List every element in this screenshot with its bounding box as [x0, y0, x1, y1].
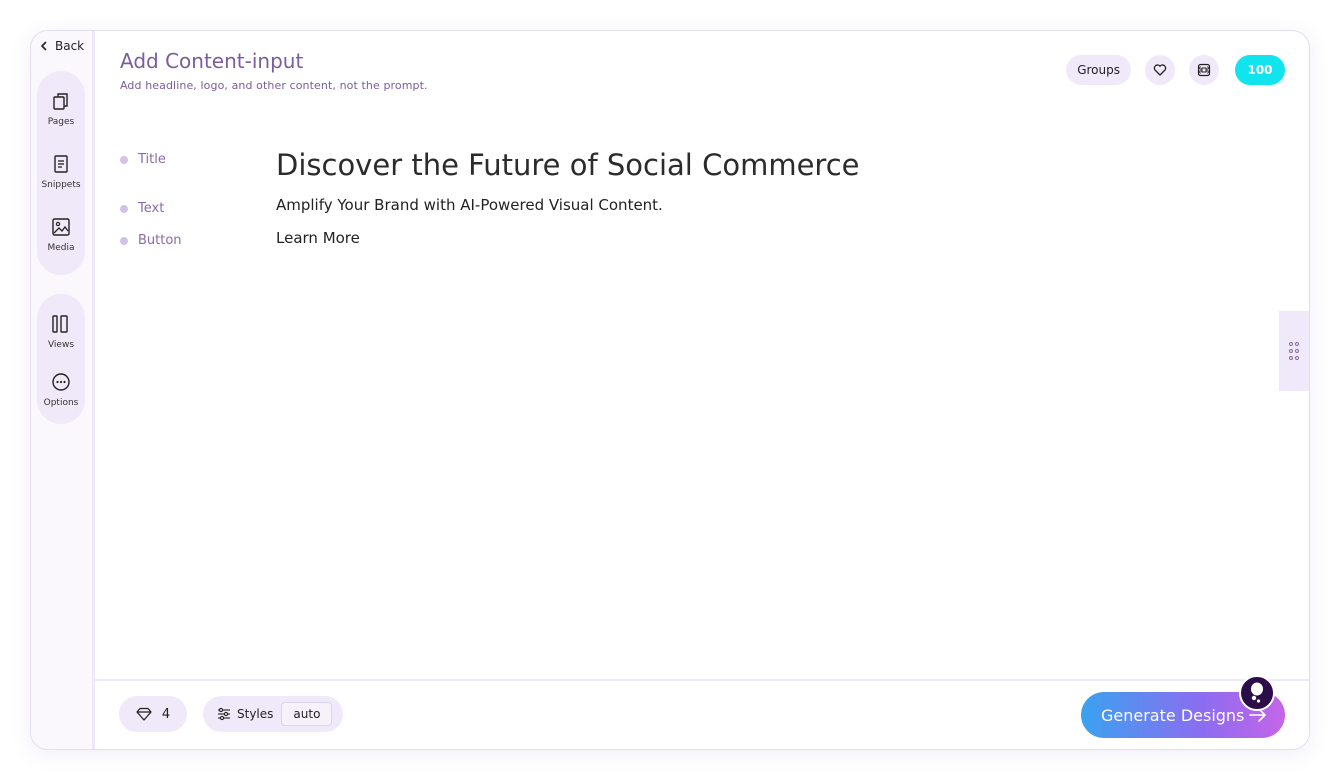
bullet-dot — [120, 236, 128, 245]
design-count: 4 — [161, 706, 171, 722]
styles-selector[interactable]: Styles auto — [203, 696, 343, 732]
sidebar-group-view: Views Options — [37, 294, 85, 424]
sidebar-item-media[interactable]: Media — [37, 217, 85, 253]
design-count-button[interactable]: 4 — [119, 696, 187, 732]
sidebar-item-label: Media — [47, 243, 75, 253]
sliders-icon — [218, 707, 230, 721]
document-icon — [54, 155, 68, 173]
field-label-title[interactable]: Title — [120, 152, 166, 167]
assistant-button[interactable] — [1239, 675, 1275, 711]
sidebar-group-content: Pages Snippets Media — [37, 71, 85, 275]
back-label: Back — [55, 39, 85, 53]
sidebar-item-label: Options — [43, 398, 79, 408]
generate-label: Generate Designs — [1101, 705, 1245, 725]
field-label-text: Button — [138, 233, 182, 248]
copy-pages-icon — [53, 93, 68, 110]
page-title: Add Content-input — [120, 49, 304, 73]
sidebar-item-pages[interactable]: Pages — [37, 91, 85, 127]
sidebar-item-views[interactable]: Views — [37, 314, 85, 350]
bullet-dot — [120, 204, 128, 213]
field-label-button[interactable]: Button — [120, 233, 182, 248]
image-icon — [52, 218, 70, 236]
button-text-input[interactable]: Learn More — [276, 229, 360, 247]
more-horizontal-circle-icon — [52, 373, 70, 391]
heart-icon — [1153, 64, 1167, 76]
app-window: Back Pages Snippets Media Views Options … — [30, 30, 1310, 750]
drag-grip-icon — [1289, 342, 1299, 360]
sidebar-item-label: Views — [47, 340, 75, 350]
bullet-dot — [120, 155, 128, 164]
assistant-bot-icon — [1251, 682, 1263, 703]
text-input[interactable]: Amplify Your Brand with AI-Powered Visua… — [276, 196, 663, 214]
chevron-left-icon — [41, 41, 47, 51]
sidebar-item-label: Snippets — [41, 180, 81, 190]
sidebar-item-options[interactable]: Options — [37, 372, 85, 408]
groups-button[interactable]: Groups — [1066, 55, 1131, 85]
main-panel: Add Content-input Add headline, logo, an… — [95, 31, 1309, 749]
sidebar-item-snippets[interactable]: Snippets — [37, 154, 85, 190]
favorite-button[interactable] — [1145, 55, 1175, 85]
styles-value-select[interactable]: auto — [281, 702, 333, 726]
field-label-text: Title — [138, 152, 166, 167]
sidebar: Back Pages Snippets Media Views Options — [31, 31, 95, 749]
top-toolbar: Groups 100 — [1066, 55, 1285, 85]
bottom-bar: 4 Styles auto Generate Designs — [95, 675, 1309, 749]
back-button[interactable]: Back — [39, 39, 84, 53]
shortcut-button[interactable] — [1189, 55, 1219, 85]
styles-label: Styles — [237, 707, 274, 721]
page-subtitle: Add headline, logo, and other content, n… — [120, 79, 428, 92]
sidebar-item-label: Pages — [47, 117, 75, 127]
columns-icon — [52, 315, 68, 333]
credits-badge[interactable]: 100 — [1235, 55, 1285, 85]
field-label-text[interactable]: Text — [120, 201, 164, 216]
field-label-text: Text — [138, 201, 165, 216]
title-input[interactable]: Discover the Future of Social Commerce — [276, 148, 859, 182]
diamond-icon — [136, 707, 152, 721]
panel-drag-handle[interactable] — [1279, 311, 1309, 391]
command-icon — [1197, 63, 1211, 77]
